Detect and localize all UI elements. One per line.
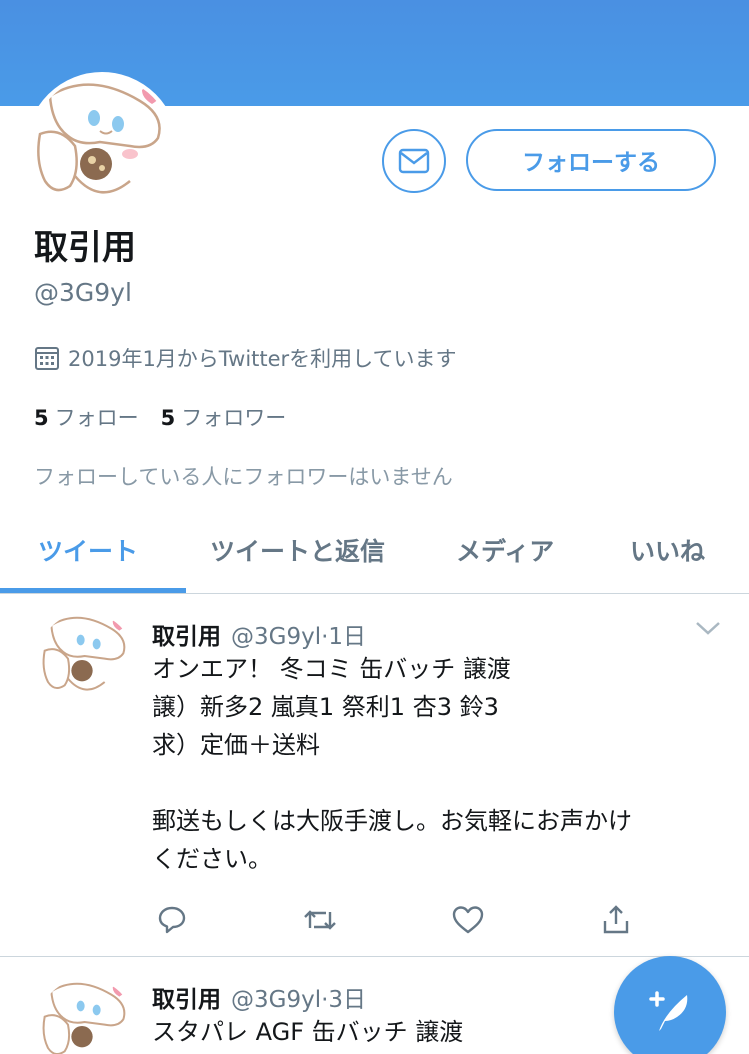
- tweet-text: オンエア！ 冬コミ 缶バッチ 譲渡 譲）新多2 嵐真1 祭利1 杏3 鈴3 求）…: [152, 655, 632, 873]
- tweet-time[interactable]: ·3日: [321, 987, 366, 1013]
- calendar-icon: [35, 347, 59, 370]
- follow-counts: 5 フォロー 5 フォロワー: [34, 402, 286, 432]
- tweet-avatar[interactable]: [38, 612, 134, 708]
- tab-tweets-and-replies[interactable]: ツイートと返信: [210, 532, 385, 568]
- compose-icon: [649, 991, 688, 1031]
- tweet-actions: [152, 900, 632, 940]
- tweet-author-handle: @3G9yl: [231, 624, 322, 650]
- cinnamoroll-avatar-image: [38, 612, 134, 708]
- following-link[interactable]: 5 フォロー: [34, 402, 139, 432]
- profile-avatar[interactable]: [26, 72, 178, 224]
- compose-tweet-button[interactable]: [614, 956, 726, 1054]
- profile-tabs: ツイート ツイートと返信 メディア いいね: [0, 520, 749, 594]
- reply-button[interactable]: [152, 900, 192, 940]
- tweet-menu-button[interactable]: [694, 618, 722, 642]
- tweet-header: 取引用 @3G9yl·3日: [152, 980, 366, 1014]
- like-icon: [452, 906, 484, 934]
- no-mutual-followers-text: フォローしている人にフォロワーはいません: [34, 465, 453, 489]
- tweet-time[interactable]: ·1日: [321, 624, 366, 650]
- profile-name: 取引用: [34, 228, 136, 268]
- cinnamoroll-avatar-image: [30, 76, 174, 220]
- tweet-header: 取引用 @3G9yl·1日: [152, 617, 366, 651]
- joined-date: 2019年1月からTwitterを利用しています: [34, 343, 457, 373]
- chevron-down-icon: [696, 622, 720, 635]
- reply-icon: [158, 906, 186, 934]
- tweet-author-handle: @3G9yl: [231, 987, 322, 1013]
- share-button[interactable]: [596, 900, 636, 940]
- follow-button[interactable]: フォローする: [466, 129, 716, 191]
- tab-tweets[interactable]: ツイート: [38, 532, 138, 568]
- cinnamoroll-avatar-image: [38, 978, 134, 1054]
- retweet-button[interactable]: [300, 900, 340, 940]
- tab-likes[interactable]: いいね: [630, 532, 705, 568]
- tweet-avatar[interactable]: [38, 978, 134, 1054]
- tweet-author-name[interactable]: 取引用: [152, 987, 221, 1013]
- retweet-icon: [304, 910, 336, 930]
- joined-text: 2019年1月からTwitterを利用しています: [68, 347, 457, 371]
- tweet-author-name[interactable]: 取引用: [152, 624, 221, 650]
- tweet-divider: [0, 956, 749, 957]
- mail-icon: [398, 148, 430, 174]
- share-icon: [603, 905, 629, 934]
- followers-link[interactable]: 5 フォロワー: [161, 402, 287, 432]
- profile-handle: @3G9yl: [34, 278, 132, 307]
- active-tab-indicator: [0, 588, 186, 593]
- message-button[interactable]: [382, 129, 446, 193]
- tab-media[interactable]: メディア: [456, 532, 554, 568]
- like-button[interactable]: [448, 900, 488, 940]
